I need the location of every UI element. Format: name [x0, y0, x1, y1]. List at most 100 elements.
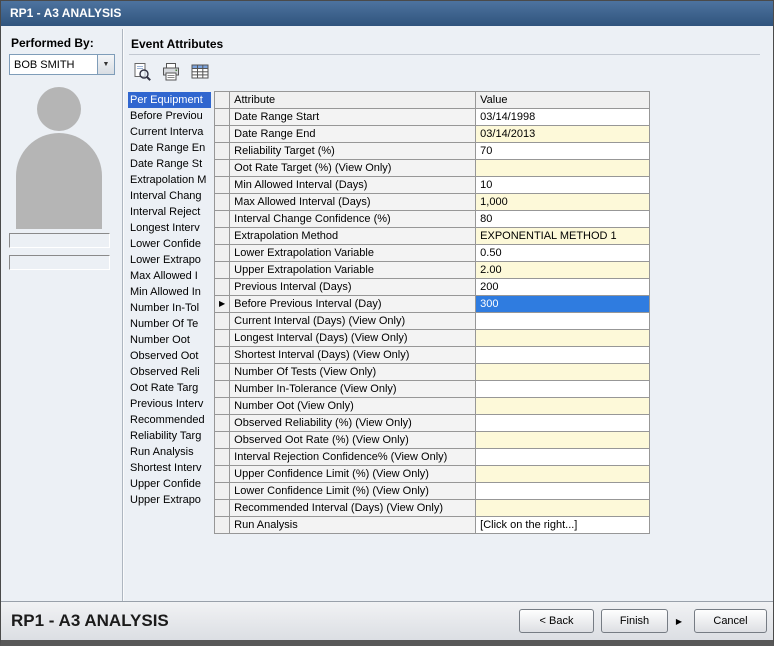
row-selector[interactable] [215, 381, 230, 398]
attribute-cell: Reliability Target (%) [230, 143, 476, 160]
value-cell[interactable]: 10 [476, 177, 650, 194]
nav-item[interactable]: Shortest Interv [128, 460, 211, 476]
grid-corner-cell [215, 92, 230, 109]
attribute-cell: Date Range End [230, 126, 476, 143]
value-cell[interactable] [476, 500, 650, 517]
nav-item[interactable]: Extrapolation M [128, 172, 211, 188]
grid-row: Observed Oot Rate (%) (View Only) [215, 432, 650, 449]
row-selector[interactable] [215, 194, 230, 211]
row-selector[interactable] [215, 126, 230, 143]
value-cell[interactable] [476, 330, 650, 347]
nav-item[interactable]: Number Of Te [128, 316, 211, 332]
value-cell[interactable]: [Click on the right...] [476, 517, 650, 534]
row-selector-marker-icon[interactable]: ▶ [215, 296, 230, 313]
person-silhouette-icon [16, 133, 102, 229]
value-cell[interactable]: 300 [476, 296, 650, 313]
cancel-button[interactable]: Cancel [694, 609, 767, 633]
row-selector[interactable] [215, 313, 230, 330]
value-cell[interactable]: 0.50 [476, 245, 650, 262]
section-title: Event Attributes [131, 37, 223, 51]
value-cell[interactable] [476, 347, 650, 364]
row-selector[interactable] [215, 449, 230, 466]
value-cell[interactable]: 1,000 [476, 194, 650, 211]
nav-item[interactable]: Current Interva [128, 124, 211, 140]
back-button[interactable]: < Back [519, 609, 594, 633]
row-selector[interactable] [215, 245, 230, 262]
nav-item[interactable]: Number Oot [128, 332, 211, 348]
row-selector[interactable] [215, 211, 230, 228]
row-selector[interactable] [215, 177, 230, 194]
value-cell[interactable]: EXPONENTIAL METHOD 1 [476, 228, 650, 245]
row-selector[interactable] [215, 398, 230, 415]
preview-icon[interactable] [131, 61, 153, 83]
row-selector[interactable] [215, 466, 230, 483]
chevron-down-icon[interactable]: ▼ [97, 55, 114, 74]
attribute-cell: Longest Interval (Days) (View Only) [230, 330, 476, 347]
row-selector[interactable] [215, 330, 230, 347]
nav-item[interactable]: Interval Chang [128, 188, 211, 204]
row-selector[interactable] [215, 364, 230, 381]
nav-item[interactable]: Run Analysis [128, 444, 211, 460]
value-cell[interactable]: 200 [476, 279, 650, 296]
nav-item[interactable]: Oot Rate Targ [128, 380, 211, 396]
attribute-cell: Max Allowed Interval (Days) [230, 194, 476, 211]
value-cell[interactable]: 80 [476, 211, 650, 228]
nav-item[interactable]: Observed Oot [128, 348, 211, 364]
nav-item[interactable]: Lower Extrapo [128, 252, 211, 268]
nav-item[interactable]: Max Allowed I [128, 268, 211, 284]
nav-item[interactable]: Lower Confide [128, 236, 211, 252]
value-cell[interactable] [476, 313, 650, 330]
grid-icon[interactable] [189, 61, 211, 83]
nav-item[interactable]: Number In-Tol [128, 300, 211, 316]
attribute-cell: Extrapolation Method [230, 228, 476, 245]
grid-row: Previous Interval (Days)200 [215, 279, 650, 296]
value-cell[interactable]: 70 [476, 143, 650, 160]
value-cell[interactable] [476, 398, 650, 415]
grid-row: Extrapolation MethodEXPONENTIAL METHOD 1 [215, 228, 650, 245]
value-cell[interactable] [476, 449, 650, 466]
nav-item[interactable]: Observed Reli [128, 364, 211, 380]
value-cell[interactable] [476, 466, 650, 483]
row-selector[interactable] [215, 160, 230, 177]
finish-button[interactable]: Finish [601, 609, 668, 633]
attribute-cell: Upper Extrapolation Variable [230, 262, 476, 279]
row-selector[interactable] [215, 483, 230, 500]
value-cell[interactable]: 03/14/1998 [476, 109, 650, 126]
row-selector[interactable] [215, 415, 230, 432]
nav-item[interactable]: Upper Extrapo [128, 492, 211, 508]
performed-by-select[interactable]: BOB SMITH ▼ [9, 54, 115, 75]
row-selector[interactable] [215, 228, 230, 245]
nav-item[interactable]: Interval Reject [128, 204, 211, 220]
grid-row: ▶Before Previous Interval (Day)300 [215, 296, 650, 313]
nav-item[interactable]: Previous Interv [128, 396, 211, 412]
row-selector[interactable] [215, 279, 230, 296]
row-selector[interactable] [215, 432, 230, 449]
attribute-nav-list: Per EquipmentBefore PreviouCurrent Inter… [128, 92, 211, 508]
nav-item[interactable]: Per Equipment [128, 92, 211, 108]
print-icon[interactable] [160, 61, 182, 83]
nav-item[interactable]: Reliability Targ [128, 428, 211, 444]
grid-row: Upper Extrapolation Variable2.00 [215, 262, 650, 279]
nav-item[interactable]: Longest Interv [128, 220, 211, 236]
value-cell[interactable] [476, 432, 650, 449]
next-arrow-icon[interactable]: ▶ [672, 609, 686, 633]
row-selector[interactable] [215, 262, 230, 279]
value-cell[interactable] [476, 415, 650, 432]
nav-item[interactable]: Recommended [128, 412, 211, 428]
value-cell[interactable] [476, 160, 650, 177]
value-cell[interactable] [476, 381, 650, 398]
value-cell[interactable] [476, 364, 650, 381]
row-selector[interactable] [215, 143, 230, 160]
value-cell[interactable]: 2.00 [476, 262, 650, 279]
nav-item[interactable]: Before Previou [128, 108, 211, 124]
value-cell[interactable] [476, 483, 650, 500]
nav-item[interactable]: Min Allowed In [128, 284, 211, 300]
row-selector[interactable] [215, 347, 230, 364]
nav-item[interactable]: Date Range En [128, 140, 211, 156]
row-selector[interactable] [215, 517, 230, 534]
nav-item[interactable]: Upper Confide [128, 476, 211, 492]
nav-item[interactable]: Date Range St [128, 156, 211, 172]
value-cell[interactable]: 03/14/2013 [476, 126, 650, 143]
row-selector[interactable] [215, 109, 230, 126]
row-selector[interactable] [215, 500, 230, 517]
